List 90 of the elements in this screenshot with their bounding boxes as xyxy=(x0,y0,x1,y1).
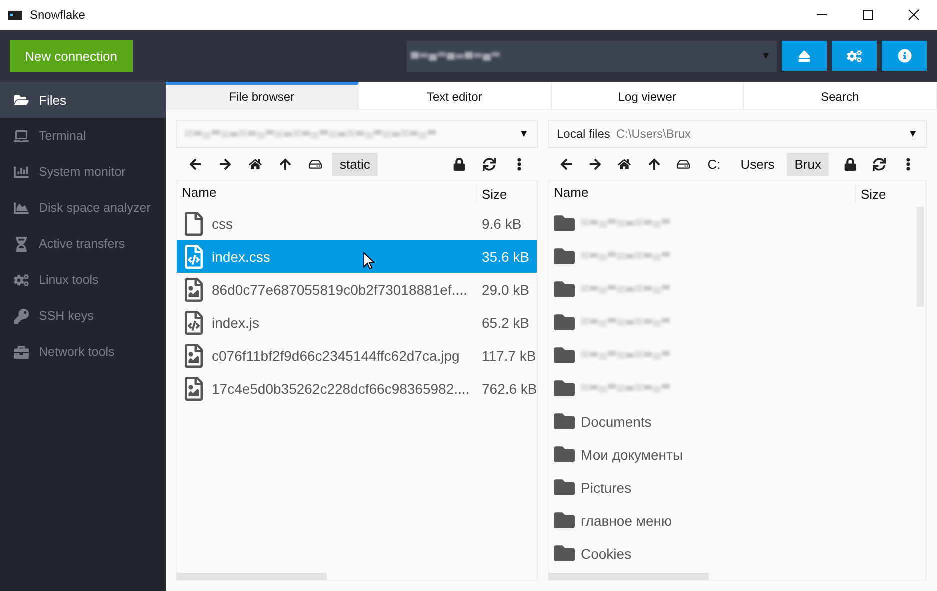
file-size: 9.6 kB xyxy=(481,216,523,232)
code-file-icon xyxy=(182,310,206,334)
column-header[interactable]: Size xyxy=(856,186,926,202)
folder-icon xyxy=(554,444,575,465)
file-row[interactable]: 86d0c77e687055819c0b2f73018881ef.... 29.0 kB xyxy=(177,273,537,306)
settings-icon xyxy=(847,48,862,64)
briefcase-icon xyxy=(14,344,29,360)
tab[interactable]: File browser xyxy=(166,82,359,110)
file-size: 65.2 kB xyxy=(481,314,530,330)
breadcrumb[interactable]: Users xyxy=(732,152,783,176)
hourglass-icon xyxy=(14,236,29,252)
file-name: главное меню xyxy=(581,512,672,528)
file-row[interactable]: c076f11bf2f9d66c2345144ffc62d7ca.jpg 117.7 kB xyxy=(177,339,537,372)
sidebar-item[interactable]: Terminal xyxy=(0,118,166,154)
breadcrumb[interactable]: C: xyxy=(700,152,729,176)
folder-icon xyxy=(554,213,575,234)
file-row[interactable]: index.js 65.2 kB xyxy=(177,306,537,339)
info-icon xyxy=(898,49,912,63)
settings-button[interactable] xyxy=(832,41,877,71)
sidebar-item[interactable]: SSH keys xyxy=(0,298,166,334)
dropdown-caret: ▼ xyxy=(519,128,529,140)
column-header[interactable]: Size xyxy=(477,186,537,202)
file-name: css xyxy=(212,216,233,232)
area-chart-icon xyxy=(14,200,29,216)
file-size: 29.0 kB xyxy=(481,282,530,298)
file-row[interactable]: главное меню xyxy=(549,504,926,537)
dropdown-caret: ▼ xyxy=(908,128,918,140)
folder-icon xyxy=(554,246,575,267)
cursor-icon xyxy=(363,252,375,270)
folder-icon xyxy=(14,92,29,108)
gears-icon xyxy=(14,272,29,288)
breadcrumb[interactable]: Brux xyxy=(786,152,830,176)
info-button[interactable] xyxy=(882,41,927,71)
file-size: 117.7 kB xyxy=(481,348,537,364)
dropdown-caret: ▼ xyxy=(761,50,771,62)
file-row[interactable]: Мои документы xyxy=(549,438,926,471)
sidebar-item[interactable]: Disk space analyzer xyxy=(0,190,166,226)
location-path: C:\Users\Brux xyxy=(616,127,692,141)
folder-icon xyxy=(554,477,575,498)
eject-icon xyxy=(798,50,811,62)
folder-icon xyxy=(554,279,575,300)
column-header[interactable]: Name xyxy=(549,185,856,203)
file-name: 17c4e5d0b35262c228dcf66c98365982.... xyxy=(212,380,470,396)
location-dropdown[interactable]: ▼ xyxy=(176,120,538,148)
tab[interactable]: Log viewer xyxy=(552,82,744,110)
file-name: index.css xyxy=(212,248,270,264)
location-dropdown[interactable]: Local files C:\Users\Brux ▼ xyxy=(548,120,927,148)
file-icon xyxy=(182,212,206,236)
close-icon xyxy=(908,9,920,21)
file-name: c076f11bf2f9d66c2345144ffc62d7ca.jpg xyxy=(212,348,460,364)
image-file-icon xyxy=(182,278,206,302)
folder-icon xyxy=(554,411,575,432)
bar-chart-icon xyxy=(14,164,29,180)
sidebar-item[interactable]: Files xyxy=(0,82,166,118)
file-name: Мои документы xyxy=(581,446,684,462)
folder-icon xyxy=(554,510,575,531)
tab[interactable]: Text editor xyxy=(358,82,552,110)
file-size: 35.6 kB xyxy=(481,248,530,264)
file-size: 762.6 kB xyxy=(481,380,537,396)
terminal-icon xyxy=(8,10,22,20)
sidebar-item[interactable]: Network tools xyxy=(0,334,166,370)
file-row[interactable]: Documents xyxy=(549,405,926,438)
file-name: Documents xyxy=(581,414,652,430)
folder-icon xyxy=(554,543,575,564)
folder-icon xyxy=(554,378,575,399)
file-row[interactable]: css 9.6 kB xyxy=(177,207,537,240)
file-row[interactable]: 17c4e5d0b35262c228dcf66c98365982.... 762.6 kB xyxy=(177,372,537,405)
folder-icon xyxy=(554,345,575,366)
image-file-icon xyxy=(182,344,206,368)
key-icon xyxy=(14,308,29,324)
eject-button[interactable] xyxy=(782,41,827,71)
laptop-icon xyxy=(14,128,29,144)
sidebar-item[interactable]: Active transfers xyxy=(0,226,166,262)
image-file-icon xyxy=(182,376,206,400)
file-name: 86d0c77e687055819c0b2f73018881ef.... xyxy=(212,282,468,298)
tab[interactable]: Search xyxy=(744,82,937,110)
file-name: Pictures xyxy=(581,480,632,496)
window-title: Snowflake xyxy=(30,8,86,22)
column-header[interactable]: Name xyxy=(177,185,477,203)
file-row[interactable]: Cookies xyxy=(549,537,926,570)
maximize-icon xyxy=(862,9,874,21)
code-file-icon xyxy=(182,244,206,268)
file-name: index.js xyxy=(212,314,260,330)
sidebar-item[interactable]: System monitor xyxy=(0,154,166,190)
file-name: Cookies xyxy=(581,546,632,562)
sidebar-item[interactable]: Linux tools xyxy=(0,262,166,298)
location-label: Local files xyxy=(557,127,610,141)
breadcrumb[interactable]: static xyxy=(332,152,378,176)
folder-icon xyxy=(554,312,575,333)
file-row[interactable]: Pictures xyxy=(549,471,926,504)
